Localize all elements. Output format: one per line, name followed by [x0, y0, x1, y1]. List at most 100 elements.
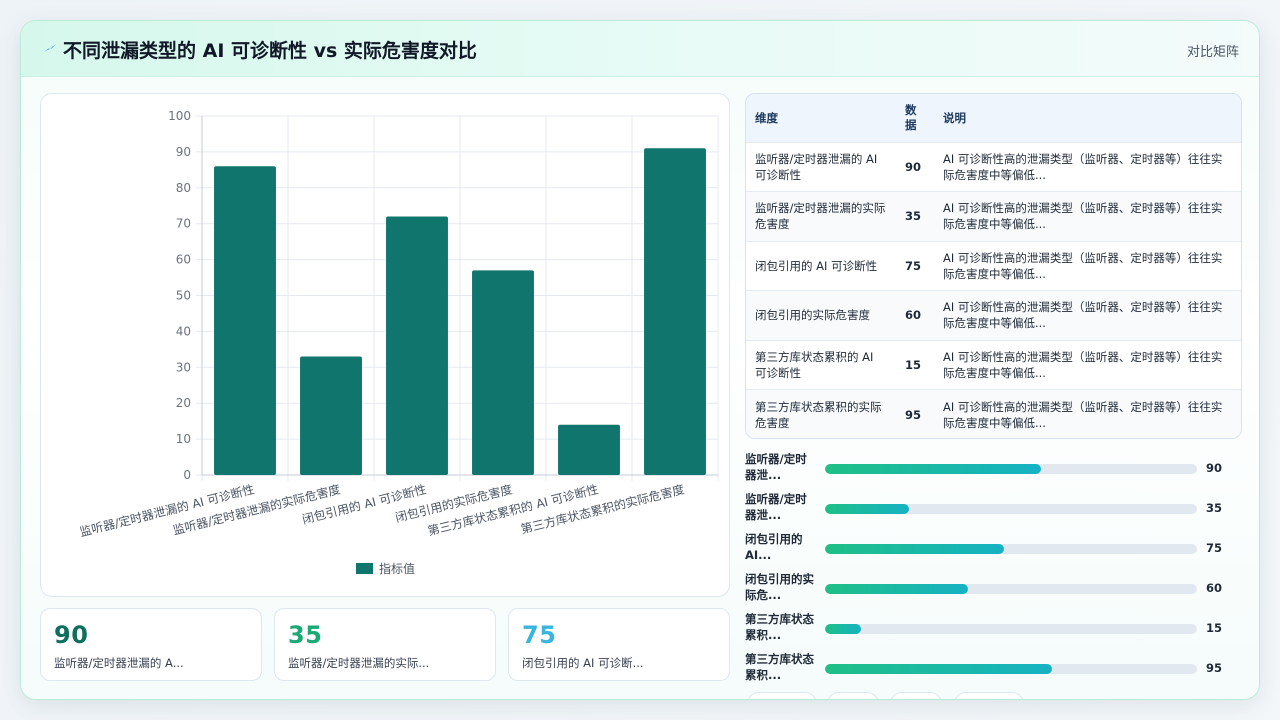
progress-track	[825, 544, 1197, 554]
note-text: AI 可诊断性高的泄漏类型（监听器、定时器等）往往实际危害度中等偏低...	[943, 250, 1223, 281]
kpi-card: 35 监听器/定时器泄漏的实际...	[274, 608, 496, 681]
table-row[interactable]: 监听器/定时器泄漏的 AI 可诊断性 90 AI 可诊断性高的泄漏类型（监听器、…	[746, 142, 1241, 192]
y-tick-label: 40	[176, 324, 191, 338]
table-row[interactable]: 监听器/定时器泄漏的实际危害度 35 AI 可诊断性高的泄漏类型（监听器、定时器…	[746, 191, 1241, 242]
filter-chip[interactable]	[954, 692, 1024, 699]
note-text: AI 可诊断性高的泄漏类型（监听器、定时器等）往往实际危害度中等偏低...	[943, 349, 1223, 380]
dimension-text: 闭包引用的实际危害度	[755, 308, 870, 323]
table-cell-dimension: 第三方库状态累积的 AI 可诊断性	[746, 340, 896, 390]
table-row[interactable]: 第三方库状态累积的 AI 可诊断性 15 AI 可诊断性高的泄漏类型（监听器、定…	[746, 340, 1241, 390]
table-cell-dimension: 闭包引用的实际危害度	[746, 291, 896, 341]
y-tick-label: 80	[176, 181, 191, 195]
table-cell-value: 90	[905, 159, 922, 174]
note-text: AI 可诊断性高的泄漏类型（监听器、定时器等）往往实际危害度中等偏低...	[943, 151, 1223, 182]
table-cell-dimension: 闭包引用的 AI 可诊断性	[746, 241, 896, 291]
bar	[386, 216, 448, 475]
dimension-text: 监听器/定时器泄漏的 AI 可诊断性	[755, 151, 878, 182]
bar	[214, 166, 276, 475]
table-cell-note: AI 可诊断性高的泄漏类型（监听器、定时器等）往往实际危害度中等偏低...	[934, 192, 1241, 242]
table-row[interactable]: 闭包引用的 AI 可诊断性 75 AI 可诊断性高的泄漏类型（监听器、定时器等）…	[746, 241, 1241, 291]
dimension-text: 监听器/定时器泄漏的实际危害度	[755, 201, 886, 232]
kpi-label: 监听器/定时器泄漏的 A...	[54, 656, 184, 670]
progress-row: 第三方库状态累积... 15	[745, 611, 1225, 647]
filter-chip[interactable]	[747, 692, 817, 699]
y-tick-label: 30	[176, 360, 191, 374]
progress-list: 监听器/定时器泄... 90 监听器/定时器泄... 35 闭包引用的AI...…	[745, 451, 1225, 691]
lightning-icon	[44, 44, 56, 52]
progress-fill	[825, 464, 1041, 474]
progress-label: 第三方库状态累积...	[745, 652, 814, 682]
column-header-value-text: 数据	[905, 102, 917, 132]
dimension-text: 闭包引用的 AI 可诊断性	[755, 258, 878, 273]
filter-chip[interactable]	[890, 692, 942, 699]
note-text: AI 可诊断性高的泄漏类型（监听器、定时器等）往往实际危害度中等偏低...	[943, 300, 1223, 331]
dimension-text: 第三方库状态累积的 AI 可诊断性	[755, 349, 874, 380]
view-tag[interactable]: 对比矩阵	[1187, 41, 1239, 60]
dashboard-card: 不同泄漏类型的 AI 可诊断性 vs 实际危害度对比 对比矩阵 0 10 20 30 4…	[20, 20, 1260, 700]
kpi-value: 90	[54, 621, 89, 649]
progress-value: 15	[1206, 621, 1223, 635]
dimension-text: 第三方库状态累积的实际危害度	[755, 399, 882, 430]
table-row[interactable]: 闭包引用的实际危害度 60 AI 可诊断性高的泄漏类型（监听器、定时器等）往往实…	[746, 290, 1241, 341]
table-row[interactable]: 第三方库状态累积的实际危害度 95 AI 可诊断性高的泄漏类型（监听器、定时器等…	[746, 389, 1241, 438]
progress-label: 闭包引用的实际危...	[745, 572, 814, 602]
kpi-card: 75 闭包引用的 AI 可诊断...	[508, 608, 730, 681]
table-cell-value: 60	[905, 308, 922, 323]
progress-fill	[825, 504, 909, 514]
card-header: 不同泄漏类型的 AI 可诊断性 vs 实际危害度对比 对比矩阵	[21, 21, 1259, 77]
y-tick-label: 10	[176, 432, 191, 446]
table-header-row: 维度 数据 说明	[746, 94, 1241, 142]
kpi-card: 90 监听器/定时器泄漏的 A...	[40, 608, 262, 681]
column-header-dimension: 维度	[755, 110, 778, 125]
progress-value: 90	[1206, 461, 1223, 475]
progress-value: 95	[1206, 661, 1223, 675]
y-tick-label: 70	[176, 217, 191, 231]
bar	[300, 356, 362, 475]
table-cell-note: AI 可诊断性高的泄漏类型（监听器、定时器等）往往实际危害度中等偏低...	[934, 291, 1241, 341]
progress-label: 第三方库状态累积...	[745, 612, 814, 642]
progress-track	[825, 504, 1197, 514]
legend-swatch	[356, 563, 373, 574]
progress-label: 监听器/定时器泄...	[745, 452, 807, 482]
progress-fill	[825, 544, 1004, 554]
progress-fill	[825, 584, 969, 594]
kpi-value: 75	[522, 621, 557, 649]
progress-row: 监听器/定时器泄... 90	[745, 451, 1225, 487]
progress-fill	[825, 624, 862, 634]
legend-label: 指标值	[379, 561, 415, 576]
y-tick-label: 60	[176, 253, 191, 267]
table-cell-note: AI 可诊断性高的泄漏类型（监听器、定时器等）往往实际危害度中等偏低...	[934, 241, 1241, 291]
table-cell-note: AI 可诊断性高的泄漏类型（监听器、定时器等）往往实际危害度中等偏低...	[934, 340, 1241, 390]
table-cell-value: 95	[905, 407, 922, 422]
progress-fill	[825, 664, 1052, 674]
table-cell-note: AI 可诊断性高的泄漏类型（监听器、定时器等）往往实际危害度中等偏低...	[934, 142, 1241, 192]
table-cell-value: 15	[905, 357, 922, 372]
progress-row: 监听器/定时器泄... 35	[745, 491, 1225, 527]
progress-value: 75	[1206, 541, 1223, 555]
y-tick-label: 0	[183, 468, 191, 482]
note-text: AI 可诊断性高的泄漏类型（监听器、定时器等）往往实际危害度中等偏低...	[943, 399, 1223, 430]
column-header-note: 说明	[943, 110, 966, 125]
note-text: AI 可诊断性高的泄漏类型（监听器、定时器等）往往实际危害度中等偏低...	[943, 201, 1223, 232]
table-cell-value: 75	[905, 258, 922, 273]
filter-chip[interactable]	[827, 692, 879, 699]
progress-track	[825, 624, 1197, 634]
column-header-value: 数据	[896, 94, 934, 142]
kpi-value: 35	[288, 621, 323, 649]
progress-row: 闭包引用的AI... 75	[745, 531, 1225, 567]
y-tick-label: 100	[168, 109, 191, 123]
table-cell-dimension: 监听器/定时器泄漏的实际危害度	[746, 192, 896, 242]
table-cell-dimension: 监听器/定时器泄漏的 AI 可诊断性	[746, 142, 896, 192]
progress-track	[825, 664, 1197, 674]
bar	[472, 270, 534, 475]
bar	[644, 148, 706, 475]
y-tick-label: 90	[176, 145, 191, 159]
progress-row: 第三方库状态累积... 95	[745, 651, 1225, 687]
data-table-panel: 维度 数据 说明 监听器/定时器泄漏的 AI 可诊断性 90 AI 可诊断性高的…	[745, 93, 1242, 439]
progress-label: 闭包引用的AI...	[745, 532, 803, 562]
progress-row: 闭包引用的实际危... 60	[745, 571, 1225, 607]
y-tick-label: 50	[176, 289, 191, 303]
bar-chart: 0102030405060708090100监听器/定时器泄漏的 AI 可诊断性…	[78, 109, 719, 576]
bar	[558, 424, 620, 475]
progress-track	[825, 464, 1197, 474]
